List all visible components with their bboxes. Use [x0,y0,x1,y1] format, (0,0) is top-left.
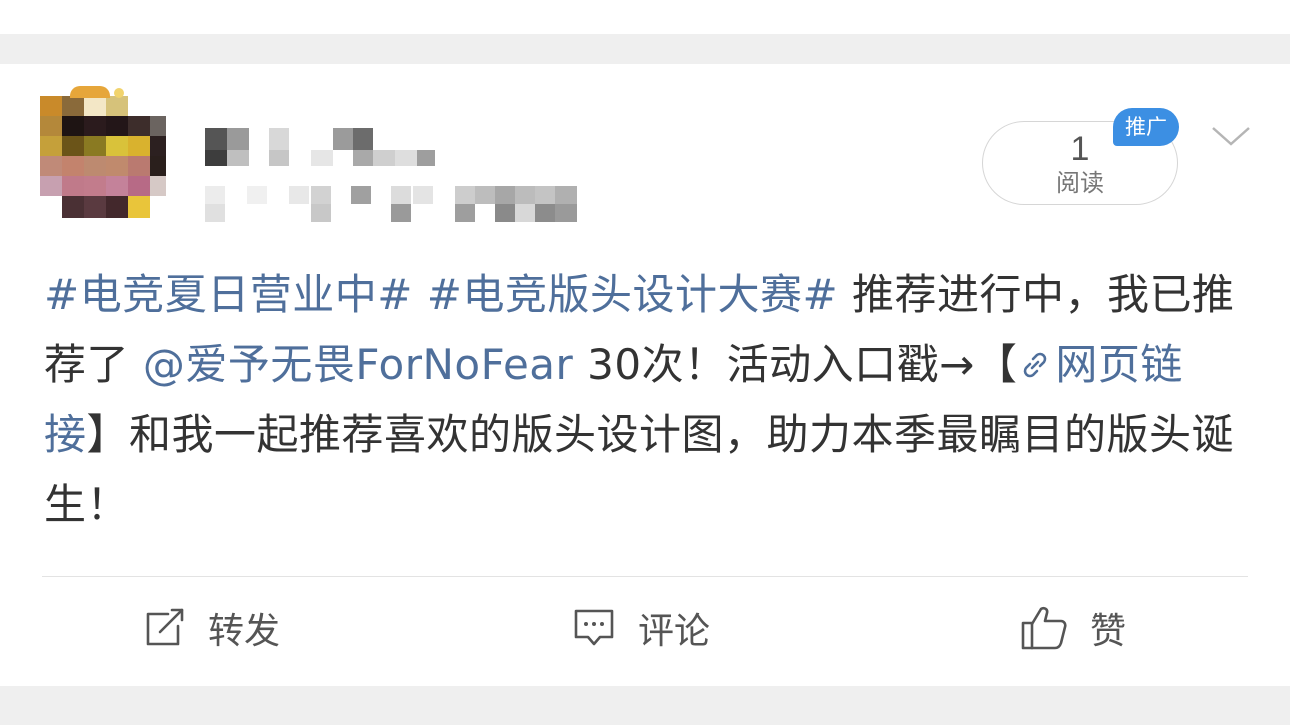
card-separator-bottom [0,686,1290,725]
topic-link-2[interactable]: #电竞版头设计大赛# [427,270,838,319]
topic-link-1[interactable]: #电竞夏日营业中# [44,270,413,319]
post-text-part-3: 和我一起推荐喜欢的版头设计图，助力本季最瞩目的版头诞生！ [44,410,1235,529]
comment-icon [574,609,614,646]
repost-label: 转发 [208,611,281,652]
chevron-down-icon[interactable] [1210,122,1252,152]
card-separator [0,34,1290,64]
promoted-badge: 推广 [1113,108,1179,146]
comment-button[interactable]: 评论 [572,600,710,656]
repost-button[interactable]: 转发 [144,600,280,656]
post-text-part-2: 30次！活动入口戳→ [573,340,975,389]
like-button[interactable]: 赞 [1020,600,1126,656]
repost-icon [146,608,184,646]
post-card[interactable]: 1 阅读 推广 #电竞夏日营业中# #电竞版头设计大赛# 推荐进行中，我已推荐了… [0,64,1290,686]
like-label: 赞 [1090,611,1127,652]
post-meta [205,184,585,224]
previous-card-bottom [0,0,1290,34]
comment-label: 评论 [638,611,711,652]
post-text: #电竞夏日营业中# #电竞版头设计大赛# 推荐进行中，我已推荐了 @爱予无畏Fo… [44,260,1259,540]
bracket-close: 】 [86,410,130,459]
mention-link[interactable]: @爱予无畏ForNoFear [143,340,573,389]
username[interactable] [205,122,435,166]
bracket-open: 【 [974,340,1018,389]
avatar[interactable] [40,86,166,236]
thumbs-up-icon [1021,606,1067,650]
link-icon [1024,352,1047,378]
read-label: 阅读 [1056,169,1104,197]
divider [42,576,1248,577]
